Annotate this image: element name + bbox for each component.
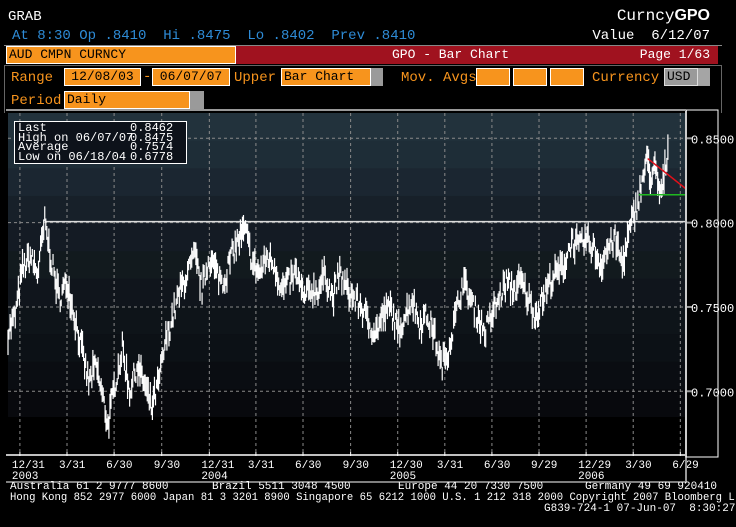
plot-band — [8, 195, 686, 225]
x-tick-label: 3/31 — [437, 460, 464, 472]
x-tick-label: 9/29 — [531, 460, 557, 472]
legend-row: Low on 06/18/04 0.6778 — [18, 149, 183, 164]
x-tick-label: 3/31 — [59, 460, 86, 472]
x-tick-label: 6/30 — [106, 460, 132, 472]
x-tick-label: 9/30 — [343, 460, 369, 472]
x-tick-label: 6/30 — [295, 460, 321, 472]
x-tick-label: 3/31 — [248, 460, 275, 472]
y-tick-label: 0.7000 — [691, 386, 734, 400]
legend-value: 0.6778 — [130, 149, 174, 164]
plot-band — [8, 361, 686, 390]
chart-legend: Last 0.8462 High on 06/07/07 0.8475 Average… — [14, 121, 187, 164]
y-tick-label: 0.7500 — [691, 302, 734, 316]
x-tick-label: 9/30 — [154, 460, 180, 472]
legend-date: 06/18/04 — [68, 149, 127, 164]
price-chart: 0.85000.80000.75000.700012/3120033/31 6/3… — [6, 109, 734, 483]
plot-band — [8, 417, 686, 452]
plot-band — [8, 168, 686, 197]
y-axis-frame — [685, 109, 719, 458]
plot-band — [8, 334, 686, 363]
y-tick-label: 0.8500 — [691, 133, 734, 147]
footer-terminal-id: G839-724-1 07-Jun-07 8:30:27 — [544, 503, 736, 515]
legend-label: Low on — [18, 149, 62, 164]
y-tick-label: 0.8000 — [691, 218, 734, 232]
plot-band — [8, 306, 686, 335]
x-tick-label: 6/30 — [484, 460, 510, 472]
x-tick-label: 3/30 — [625, 460, 651, 472]
